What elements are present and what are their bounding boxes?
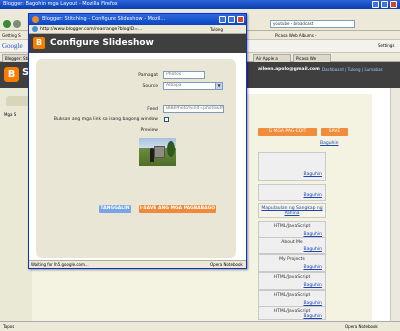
widget-edit-link[interactable]: Baguhin xyxy=(259,193,325,198)
widget-box: About Me Baguhin xyxy=(258,237,326,254)
minimize-button[interactable] xyxy=(372,1,379,8)
chevron-down-icon[interactable]: ▼ xyxy=(215,83,222,89)
blogger-logo-icon: B xyxy=(33,37,45,49)
widget-edit-link[interactable]: Baguhin xyxy=(259,262,325,270)
widget-edit-link[interactable]: Baguhin xyxy=(259,245,325,252)
widget-box: HTML/JavaScript Baguhin xyxy=(258,306,326,320)
save-changes-button[interactable]: I-SAVE ANG MGA PAGBABAGO xyxy=(139,205,216,213)
status-right: Opera Notebook xyxy=(345,324,378,329)
popup-body: Pamagat Photos Source Albapa ▼ Feed BBBP… xyxy=(29,53,246,260)
maximize-button[interactable] xyxy=(381,1,388,8)
status-text: Tapos xyxy=(3,324,15,329)
address-bar[interactable]: youtube - broadcast xyxy=(270,20,355,28)
preview-label: Preview xyxy=(140,128,158,133)
widget-box: Baguhin xyxy=(258,152,326,181)
slideshow-form: Pamagat Photos Source Albapa ▼ Feed BBBP… xyxy=(36,59,236,258)
popup-url[interactable]: http://www.blogger.com/rearrange?blogID=… xyxy=(40,27,142,32)
blogger-logo-icon: B xyxy=(4,67,19,82)
popup-status-right: Opera Notebook xyxy=(210,262,243,267)
save-layout-button[interactable]: SAVE xyxy=(321,128,348,136)
tab-picasa[interactable]: Picasa We xyxy=(293,54,331,62)
page-scrollbar[interactable] xyxy=(390,88,400,321)
edit-button[interactable]: G MGA PAG-EDIT xyxy=(258,128,317,136)
widget-box: Baguhin xyxy=(258,184,326,201)
tab-air-apple[interactable]: Air Apple a xyxy=(253,54,291,62)
widget-edit-link[interactable]: Baguhin xyxy=(259,314,325,319)
slideshow-preview-image xyxy=(139,138,176,166)
help-link[interactable]: Tulong xyxy=(210,25,223,34)
google-logo: Google xyxy=(2,42,23,50)
background-window-title: Blogger: Bagohin mga Layout - Mozilla Fi… xyxy=(3,1,118,7)
source-select[interactable]: Albapa ▼ xyxy=(163,82,223,90)
new-window-label: Buksan ang mga link sa isang bagong wind… xyxy=(53,117,158,122)
left-label: Mga S xyxy=(4,112,17,117)
popup-address-bar: http://www.blogger.com/rearrange?blogID=… xyxy=(29,25,246,34)
popup-close-button[interactable] xyxy=(237,16,244,23)
globe-icon xyxy=(32,26,38,32)
widget-edit-link[interactable]: Baguhin xyxy=(259,280,325,288)
background-status-bar: Tapos Opera Notebook xyxy=(0,321,400,331)
background-title-bar: Blogger: Bagohin mga Layout - Mozilla Fi… xyxy=(0,0,400,9)
popup-minimize-button[interactable] xyxy=(219,16,226,23)
widget-edit-link[interactable]: Baguhin xyxy=(259,172,325,177)
cancel-button[interactable]: TANGGALIN xyxy=(99,205,131,213)
popup-window-title: Blogger: Stitching - Configure Slideshow… xyxy=(42,16,166,22)
popup-title-bar: Blogger: Stitching - Configure Slideshow… xyxy=(29,14,246,25)
popup-status-text: Waiting for lh5.google.com... xyxy=(31,262,89,267)
user-email: aileen.apolo@gmail.com xyxy=(258,67,320,72)
feed-label: Feed xyxy=(147,107,158,112)
source-label: Source xyxy=(142,84,158,89)
title-label: Pamagat xyxy=(138,73,158,78)
bookmark-item[interactable]: Picasa Web Albums - xyxy=(275,31,317,40)
bookmark-item[interactable]: Getting S xyxy=(2,31,21,40)
new-window-checkbox[interactable] xyxy=(164,117,169,122)
forward-icon[interactable] xyxy=(13,20,21,28)
popup-maximize-button[interactable] xyxy=(228,16,235,23)
widget-edit-link[interactable]: Baguhin xyxy=(259,229,325,237)
title-input[interactable]: Photos xyxy=(163,71,205,79)
edit-link[interactable]: Baguhin xyxy=(320,141,339,146)
widget-box: HTML/JavaScript Baguhin xyxy=(258,272,326,290)
firefox-icon xyxy=(32,16,39,23)
popup-status-bar: Waiting for lh5.google.com... Opera Note… xyxy=(29,260,246,268)
widget-box: My Projects Baguhin xyxy=(258,254,326,272)
configure-slideshow-window: Blogger: Stitching - Configure Slideshow… xyxy=(28,13,247,269)
popup-header: B Configure Slideshow xyxy=(29,34,246,53)
settings-button[interactable]: Settings xyxy=(378,43,394,48)
add-gadget-box[interactable]: Mapulaulan ng Sangkap ng Pahina xyxy=(258,203,326,218)
close-button[interactable] xyxy=(390,1,397,8)
popup-heading: Configure Slideshow xyxy=(50,38,154,48)
back-icon[interactable] xyxy=(3,20,11,28)
header-links[interactable]: Dashboard | Tulong | Lumabas xyxy=(322,67,383,72)
feed-input[interactable]: BBBPhoto%ind=photo&thmss&th=m_US xyxy=(163,105,224,113)
widget-edit-link[interactable]: Baguhin xyxy=(259,298,325,306)
